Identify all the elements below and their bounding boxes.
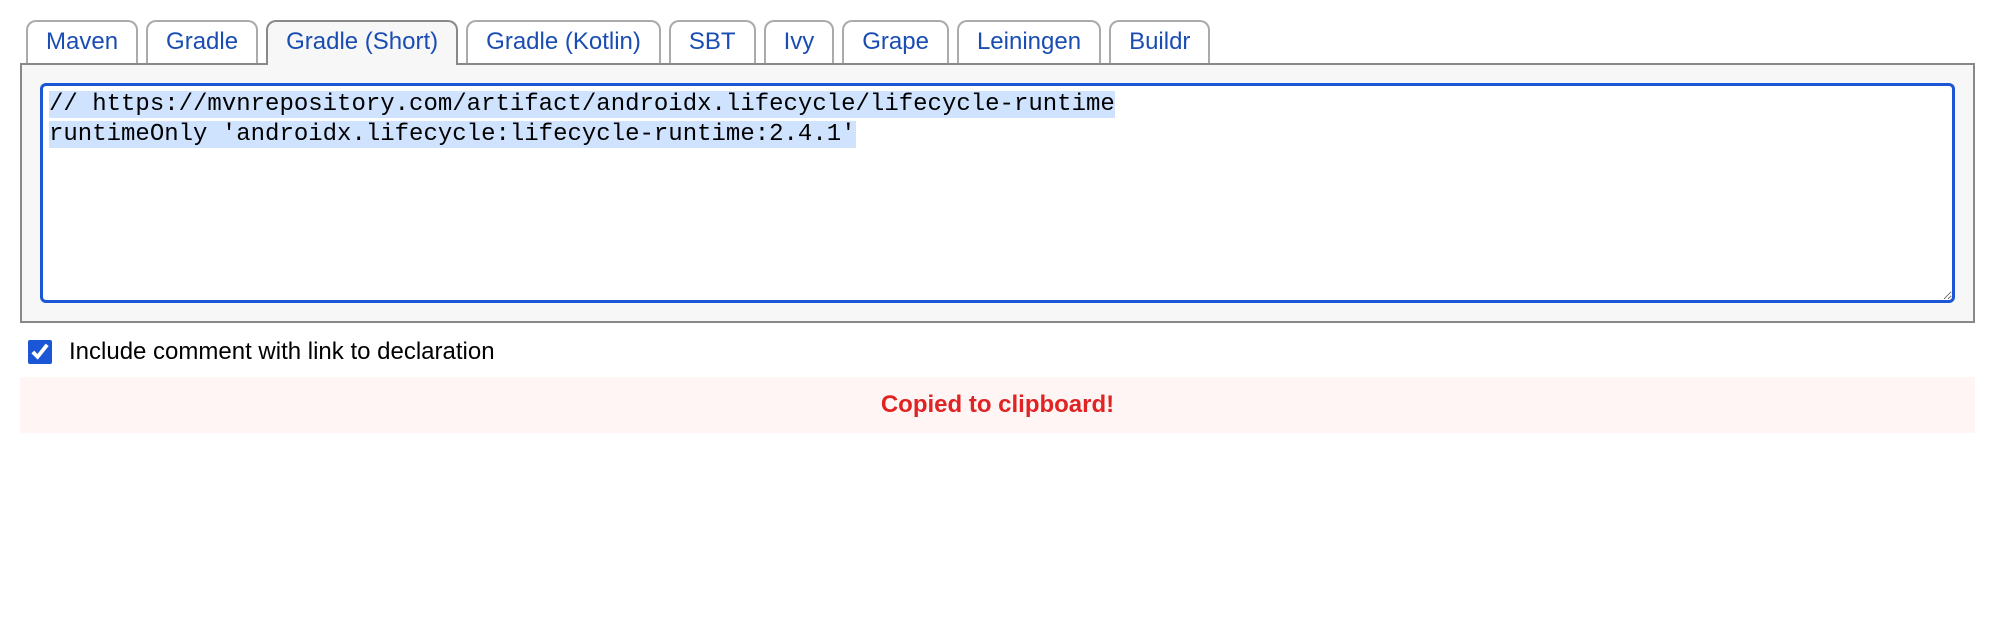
tab-label: Maven	[46, 28, 118, 55]
tab-label: SBT	[689, 28, 736, 55]
build-tool-tabs: Maven Gradle Gradle (Short) Gradle (Kotl…	[20, 20, 1975, 63]
copied-banner: Copied to clipboard!	[20, 377, 1975, 433]
snippet-line-1: // https://mvnrepository.com/artifact/an…	[49, 91, 1115, 118]
tab-gradle-short[interactable]: Gradle (Short)	[266, 20, 458, 65]
snippet-textarea[interactable]: // https://mvnrepository.com/artifact/an…	[40, 83, 1955, 303]
snippet-panel: // https://mvnrepository.com/artifact/an…	[20, 63, 1975, 323]
tab-gradle-kotlin[interactable]: Gradle (Kotlin)	[466, 20, 661, 63]
tab-label: Ivy	[784, 28, 815, 55]
tab-grape[interactable]: Grape	[842, 20, 949, 63]
dependency-snippet-widget: Maven Gradle Gradle (Short) Gradle (Kotl…	[20, 20, 1975, 433]
snippet-line-2: runtimeOnly 'androidx.lifecycle:lifecycl…	[49, 121, 856, 148]
include-comment-checkbox[interactable]	[28, 340, 52, 364]
include-comment-row: Include comment with link to declaration	[20, 323, 1975, 377]
tab-leiningen[interactable]: Leiningen	[957, 20, 1101, 63]
tab-label: Gradle	[166, 28, 238, 55]
tab-label: Gradle (Short)	[286, 28, 438, 55]
tab-gradle[interactable]: Gradle	[146, 20, 258, 63]
tab-sbt[interactable]: SBT	[669, 20, 756, 63]
tab-label: Leiningen	[977, 28, 1081, 55]
tab-buildr[interactable]: Buildr	[1109, 20, 1210, 63]
copied-message: Copied to clipboard!	[881, 391, 1114, 418]
tab-label: Gradle (Kotlin)	[486, 28, 641, 55]
include-comment-label: Include comment with link to declaration	[69, 338, 495, 366]
tab-label: Grape	[862, 28, 929, 55]
tab-ivy[interactable]: Ivy	[764, 20, 835, 63]
tab-maven[interactable]: Maven	[26, 20, 138, 63]
tab-label: Buildr	[1129, 28, 1190, 55]
